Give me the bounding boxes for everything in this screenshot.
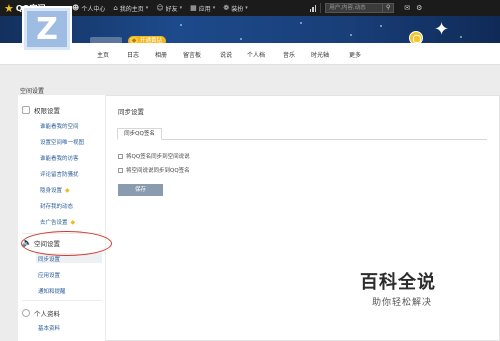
nav-decorate[interactable]: ❁ 装扮 ▾ bbox=[223, 4, 247, 13]
avatar[interactable]: Z bbox=[22, 6, 72, 52]
sidebar-item-sync-settings[interactable]: 同步设置 bbox=[38, 255, 60, 263]
chevron-down-icon: ▾ bbox=[212, 5, 216, 11]
checkbox[interactable] bbox=[118, 153, 123, 159]
option-sync-signature-to-moods[interactable]: 将QQ签名同步到空间说说 bbox=[118, 152, 190, 160]
star-icon: ★ bbox=[4, 1, 14, 15]
sidebar-item-archive-feed[interactable]: 封存我的动态 bbox=[40, 202, 73, 210]
option-sync-moods-to-signature[interactable]: 将空间说说同步到QQ签名 bbox=[118, 166, 190, 174]
content-title: 同步设置 bbox=[118, 108, 144, 116]
nav-personal-center-label: 个人中心 bbox=[81, 5, 106, 13]
tab-sync-qq-signature[interactable]: 同步QQ签名 bbox=[117, 128, 162, 140]
default-avatar-icon: Z bbox=[27, 11, 67, 47]
section-permission-title: 权限设置 bbox=[34, 107, 60, 115]
search-icon: ⚲ bbox=[386, 4, 391, 11]
section-personal-info-title: 个人资料 bbox=[34, 310, 60, 318]
yellow-diamond-icon: ◆ bbox=[65, 187, 70, 194]
signal-bars-icon[interactable] bbox=[309, 4, 317, 12]
nav-personal-center[interactable]: ☻ 个人中心 bbox=[72, 4, 105, 13]
tab-more[interactable]: 更多 bbox=[349, 50, 361, 59]
option-label: 将空间说说同步到QQ签名 bbox=[126, 168, 190, 174]
user-icon: ☻ bbox=[72, 4, 80, 12]
section-permission-header[interactable]: 权限设置 bbox=[22, 105, 60, 115]
watermark-title: 百科全说 bbox=[360, 272, 436, 293]
sidebar-item-basic-info[interactable]: 基本资料 bbox=[38, 324, 60, 332]
divider bbox=[22, 300, 102, 301]
sidebar-item-invisible[interactable]: 隐身设置 ◆ bbox=[40, 186, 70, 194]
lock-icon bbox=[22, 106, 30, 114]
nav-my-homepage[interactable]: ⌂ 我的主页 ▾ bbox=[113, 4, 148, 13]
section-personal-info-header[interactable]: 个人资料 bbox=[22, 308, 60, 318]
profile-nav: 主页 日志 相册 留言板 说说 个人档 音乐 时光轴 更多 bbox=[0, 43, 500, 65]
nav-apps[interactable]: ▦ 应用 ▾ bbox=[190, 4, 215, 13]
nav-friends-label: 好友 bbox=[165, 5, 178, 13]
watermark-subtitle: 助你轻松解决 bbox=[372, 298, 433, 308]
sidebar-item-app-settings[interactable]: 应用设置 bbox=[38, 271, 60, 279]
notification-icon[interactable]: ✉ bbox=[404, 4, 410, 12]
save-button[interactable]: 保存 bbox=[118, 184, 163, 196]
sidebar-item-remove-ads[interactable]: 去广告设置 ◆ bbox=[40, 218, 75, 226]
checkbox[interactable] bbox=[118, 167, 123, 173]
apps-icon: ▦ bbox=[190, 4, 197, 12]
sidebar-item-notifications[interactable]: 通知和提醒 bbox=[38, 287, 66, 295]
nav-my-homepage-label: 我的主页 bbox=[119, 5, 144, 13]
tab-timeline[interactable]: 时光轴 bbox=[311, 50, 329, 59]
search-input[interactable]: 用户,内容,动态 bbox=[325, 3, 384, 13]
person-icon bbox=[22, 309, 30, 317]
nav-apps-label: 应用 bbox=[198, 5, 211, 13]
tab-moods[interactable]: 说说 bbox=[220, 50, 232, 59]
sidebar-item-who-can-view[interactable]: 谁能看我的空间 bbox=[40, 122, 79, 130]
tab-guestbook[interactable]: 留言板 bbox=[183, 50, 201, 59]
tab-home[interactable]: 主页 bbox=[97, 50, 109, 59]
chevron-down-icon: ▾ bbox=[145, 5, 149, 11]
yellow-diamond-icon: ◆ bbox=[70, 219, 76, 226]
option-label: 将QQ签名同步到空间说说 bbox=[126, 154, 190, 160]
friends-icon: ☺ bbox=[156, 4, 164, 12]
watermark: 百科全说 助你轻松解决 bbox=[360, 268, 475, 312]
sidebar-item-anti-harassment[interactable]: 评论留言防骚扰 bbox=[40, 170, 79, 178]
chevron-down-icon: ▾ bbox=[245, 5, 248, 11]
tab-blog[interactable]: 日志 bbox=[127, 50, 139, 59]
tab-divider bbox=[117, 139, 487, 140]
decorate-icon: ❁ bbox=[223, 4, 230, 12]
search-button[interactable]: ⚲ bbox=[383, 3, 395, 13]
home-icon: ⌂ bbox=[113, 4, 118, 12]
sidebar-item-who-views-visitors[interactable]: 谁能看我的访客 bbox=[40, 154, 79, 162]
tab-profile[interactable]: 个人档 bbox=[247, 50, 265, 59]
chevron-down-icon: ▾ bbox=[179, 5, 183, 11]
sidebar-item-unique-view[interactable]: 设置空间唯一视图 bbox=[40, 138, 84, 146]
gear-icon[interactable]: ⚙ bbox=[416, 4, 422, 12]
settings-sidebar: 权限设置 谁能看我的空间 设置空间唯一视图 谁能看我的访客 评论留言防骚扰 隐身… bbox=[18, 95, 106, 341]
tab-album[interactable]: 相册 bbox=[155, 50, 167, 59]
highlight-circle-annotation bbox=[21, 231, 112, 256]
nav-friends[interactable]: ☺ 好友 ▾ bbox=[156, 4, 182, 13]
tab-music[interactable]: 音乐 bbox=[283, 50, 295, 59]
nav-decorate-label: 装扮 bbox=[231, 5, 244, 13]
sidebar-item-remove-ads-label: 去广告设置 bbox=[40, 220, 68, 226]
page-title: 空间设置 bbox=[20, 88, 45, 95]
divider bbox=[320, 3, 322, 13]
sidebar-item-invisible-label: 隐身设置 bbox=[40, 188, 63, 194]
top-bar: ★ QQ空间 ☻ 个人中心 ⌂ 我的主页 ▾ ☺ 好友 ▾ ▦ 应用 ▾ ❁ 装… bbox=[0, 0, 500, 16]
